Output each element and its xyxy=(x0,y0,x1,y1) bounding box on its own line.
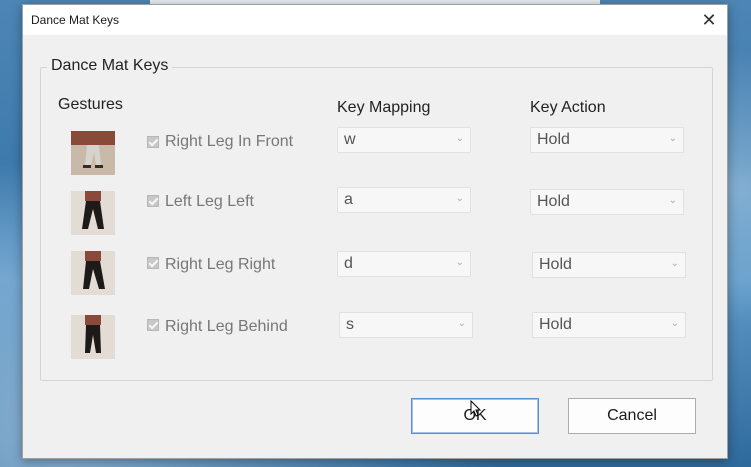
gesture-thumbnail-right-leg-behind xyxy=(71,315,115,359)
checkbox-left-leg-left[interactable] xyxy=(147,195,159,207)
cancel-button[interactable]: Cancel xyxy=(568,398,696,434)
gesture-label-right-leg-right: Right Leg Right xyxy=(165,256,276,273)
chevron-down-icon: ⌄ xyxy=(668,195,677,206)
checkbox-right-leg-in-front[interactable] xyxy=(147,136,159,148)
key-mapping-select-row-3[interactable]: d ⌄ xyxy=(337,251,471,277)
dance-mat-keys-dialog: Dance Mat Keys ✕ Dance Mat Keys Gestures… xyxy=(22,4,728,459)
chevron-down-icon: ⌄ xyxy=(455,133,464,144)
dialog-title: Dance Mat Keys xyxy=(31,13,120,27)
dialog-titlebar: Dance Mat Keys ✕ xyxy=(23,5,727,35)
key-action-select-row-3[interactable]: Hold ⌄ xyxy=(532,252,686,278)
key-mapping-select-row-1[interactable]: w ⌄ xyxy=(337,127,471,153)
gesture-label-right-leg-behind: Right Leg Behind xyxy=(165,318,288,335)
key-action-select-row-2[interactable]: Hold ⌄ xyxy=(530,189,684,215)
gestures-header: Gestures xyxy=(58,96,123,113)
gesture-thumbnail-right-leg-right xyxy=(71,251,115,295)
close-icon[interactable]: ✕ xyxy=(695,7,723,33)
chevron-down-icon: ⌄ xyxy=(457,318,466,329)
chevron-down-icon: ⌄ xyxy=(455,193,464,204)
gesture-thumbnail-left-leg-left xyxy=(71,191,115,235)
key-action-select-row-4[interactable]: Hold ⌄ xyxy=(532,312,686,338)
key-mapping-select-row-2[interactable]: a ⌄ xyxy=(337,187,471,213)
chevron-down-icon: ⌄ xyxy=(670,318,679,329)
checkbox-right-leg-right[interactable] xyxy=(147,257,159,269)
chevron-down-icon: ⌄ xyxy=(668,133,677,144)
checkbox-right-leg-behind[interactable] xyxy=(147,319,159,331)
mouse-cursor-icon xyxy=(470,399,482,423)
key-action-select-row-1[interactable]: Hold ⌄ xyxy=(530,127,684,153)
key-mapping-select-row-4[interactable]: s ⌄ xyxy=(339,312,473,338)
groupbox-title: Dance Mat Keys xyxy=(47,57,173,75)
chevron-down-icon: ⌄ xyxy=(455,257,464,268)
gesture-label-right-leg-in-front: Right Leg In Front xyxy=(165,133,294,150)
key-mapping-header: Key Mapping xyxy=(337,99,431,116)
gesture-label-left-leg-left: Left Leg Left xyxy=(165,193,254,210)
key-action-header: Key Action xyxy=(530,99,606,116)
chevron-down-icon: ⌄ xyxy=(670,258,679,269)
gesture-thumbnail-right-leg-in-front xyxy=(71,131,115,175)
